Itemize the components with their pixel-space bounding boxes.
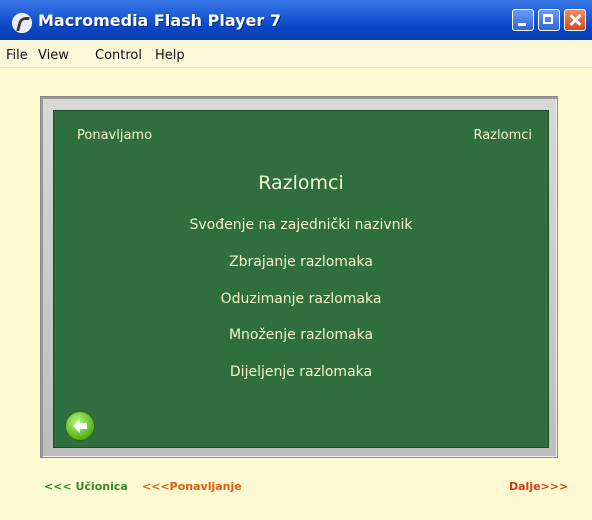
back-button[interactable] [65,411,95,441]
flash-player-icon [12,13,32,33]
topic-link-common-denominator[interactable]: Svođenje na zajednički nazivnik [54,217,548,233]
flash-player-window: Macromedia Flash Player 7 File View Cont… [0,0,592,520]
title-bar[interactable]: Macromedia Flash Player 7 [0,0,592,40]
menu-bar: File View Control Help [0,40,592,68]
close-button[interactable] [564,9,586,31]
ucionica-link[interactable]: <<< Učionica [44,480,128,493]
maximize-button[interactable] [538,9,560,31]
menu-control[interactable]: Control [95,48,142,63]
topic-link-subtraction[interactable]: Oduzimanje razlomaka [54,291,548,307]
window-title: Macromedia Flash Player 7 [38,11,281,30]
menu-help[interactable]: Help [155,48,185,63]
topic-link-division[interactable]: Dijeljenje razlomaka [54,364,548,380]
minimize-button[interactable] [512,9,534,31]
arrow-left-icon [73,419,87,433]
topic-label: Razlomci [473,128,532,143]
topic-link-addition[interactable]: Zbrajanje razlomaka [54,254,548,270]
menu-view[interactable]: View [38,48,69,63]
section-label: Ponavljamo [77,128,153,143]
menu-file[interactable]: File [6,48,28,63]
board-title: Razlomci [258,172,344,194]
ponavljanje-link[interactable]: <<<Ponavljanje [142,480,242,493]
chalkboard: Ponavljamo Razlomci Razlomci Svođenje na… [53,110,549,448]
topic-link-multiplication[interactable]: Množenje razlomaka [54,327,548,343]
dalje-link[interactable]: Dalje>>> [509,480,568,493]
